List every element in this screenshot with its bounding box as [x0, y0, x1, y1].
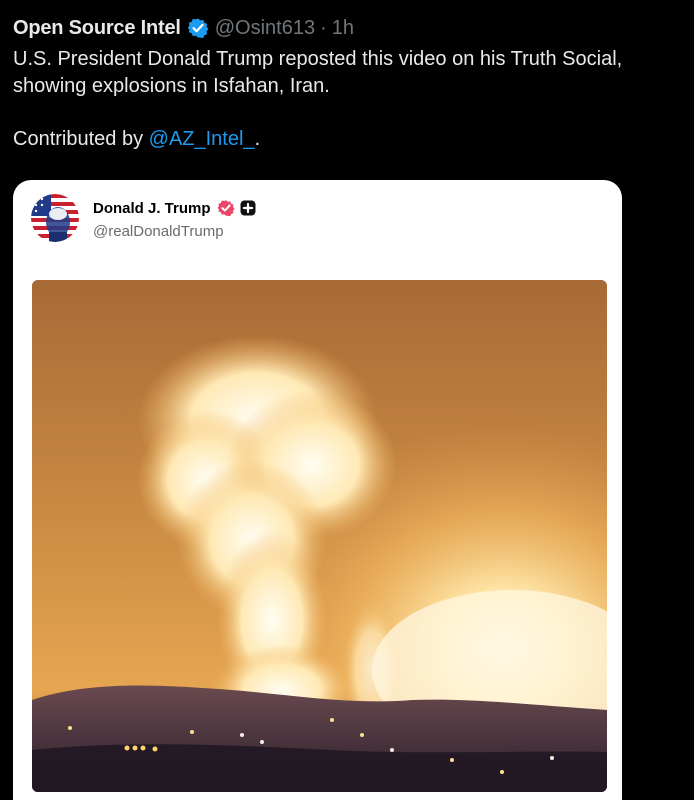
embedded-name-row: Donald J. Trump [93, 198, 256, 218]
timestamp[interactable]: 1h [332, 17, 354, 40]
tweet-text-line: showing explosions in Isfahan, Iran. [13, 75, 330, 97]
pink-verified-badge-icon [216, 199, 235, 217]
tweet-text-line: U.S. President Donald Trump reposted thi… [13, 48, 623, 70]
avatar[interactable] [31, 194, 79, 242]
embedded-author-handle[interactable]: @realDonaldTrump [93, 223, 256, 240]
contribution-suffix: . [254, 128, 261, 150]
explosion-video-thumbnail[interactable] [32, 280, 607, 792]
embedded-author-name[interactable]: Donald J. Trump [93, 200, 211, 217]
plus-badge-icon [240, 200, 256, 216]
contribution-line: Contributed by @AZ_Intel_. [13, 126, 693, 153]
author-handle[interactable]: @Osint613 [215, 17, 315, 40]
author-name[interactable]: Open Source Intel [13, 17, 181, 40]
contribution-prefix: Contributed by [13, 128, 149, 150]
embedded-post-names: Donald J. Trump @realDonaldTrump [93, 198, 256, 240]
verified-badge-icon[interactable] [187, 17, 209, 39]
tweet[interactable]: Open Source Intel @Osint613 · 1h U.S. Pr… [0, 0, 694, 800]
tweet-text: U.S. President Donald Trump reposted thi… [13, 46, 693, 153]
tweet-header: Open Source Intel @Osint613 · 1h [13, 14, 682, 42]
meta-separator: · [320, 16, 327, 39]
embedded-post-card[interactable]: Donald J. Trump @realDonaldTrump [13, 180, 622, 800]
contributor-mention-link[interactable]: @AZ_Intel_ [149, 128, 255, 150]
embedded-post-header: Donald J. Trump @realDonaldTrump [31, 194, 256, 242]
